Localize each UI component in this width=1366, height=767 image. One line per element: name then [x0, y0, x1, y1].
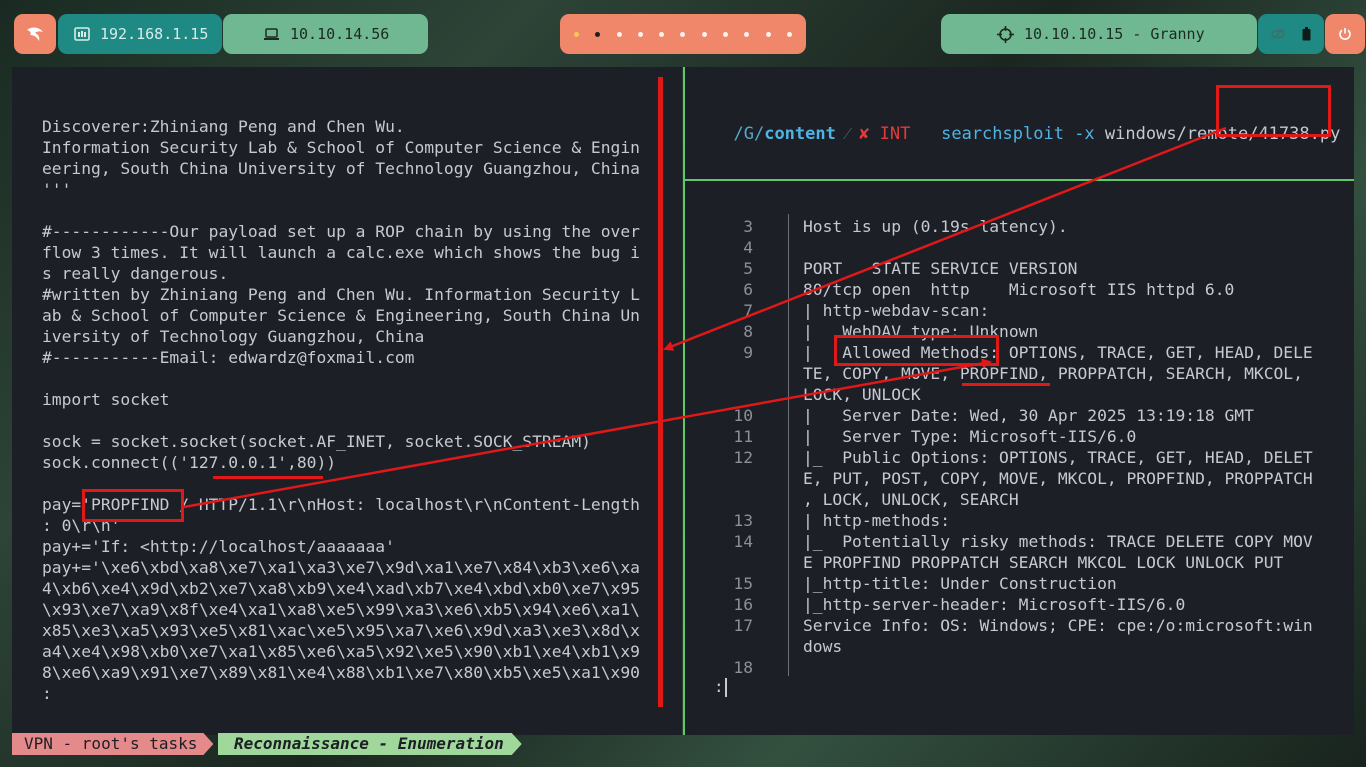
arrow-propfind-to-methods	[183, 358, 992, 509]
annotation-arrows	[183, 126, 1227, 509]
status-phase[interactable]: Reconnaissance - Enumeration	[218, 733, 522, 755]
arrow-exploit-to-source	[663, 126, 1227, 351]
status-bar: VPN - root's tasks Reconnaissance - Enum…	[0, 733, 1366, 755]
status-vpn-tasks[interactable]: VPN - root's tasks	[12, 733, 213, 755]
